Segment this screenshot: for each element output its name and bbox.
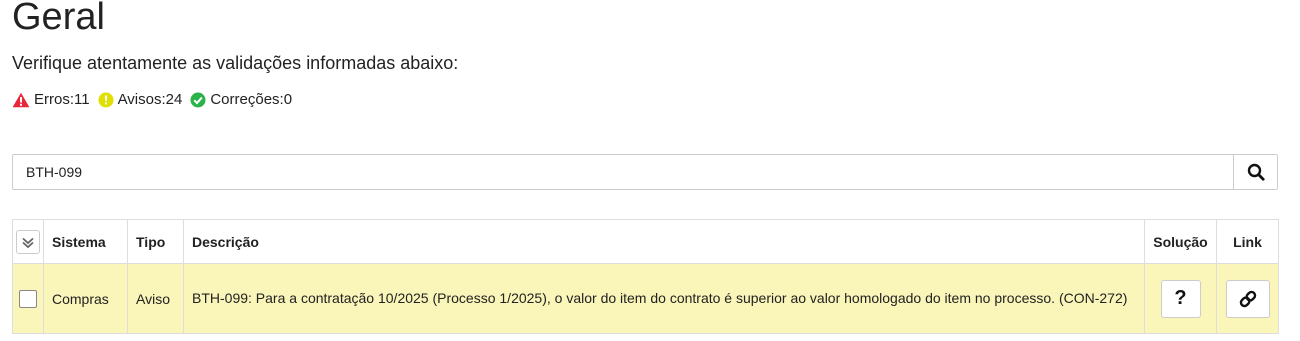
solution-button[interactable]: ? bbox=[1160, 279, 1201, 318]
header-link: Link bbox=[1216, 219, 1279, 264]
header-sistema: Sistema bbox=[43, 219, 128, 264]
header-solucao: Solução bbox=[1144, 219, 1217, 264]
cell-sistema: Compras bbox=[43, 263, 128, 334]
search-bar bbox=[12, 154, 1278, 190]
cell-link bbox=[1216, 263, 1279, 334]
search-input[interactable] bbox=[13, 155, 1233, 189]
corrections-counter: Correções:0 bbox=[190, 90, 292, 110]
header-descricao: Descrição bbox=[183, 219, 1145, 264]
table-header-row: Sistema Tipo Descrição Solução Link bbox=[12, 219, 1279, 264]
page-subtitle: Verifique atentamente as validações info… bbox=[12, 53, 459, 73]
search-icon bbox=[1247, 163, 1265, 181]
row-select-cell bbox=[12, 263, 44, 334]
link-button[interactable] bbox=[1225, 279, 1270, 318]
corrections-count-label: Correções:0 bbox=[210, 91, 293, 108]
question-icon: ? bbox=[1174, 287, 1187, 309]
errors-count-label: Erros:11 bbox=[34, 91, 90, 108]
warnings-count-label: Avisos:24 bbox=[117, 91, 183, 108]
header-tipo: Tipo bbox=[127, 219, 184, 264]
search-button[interactable] bbox=[1233, 155, 1277, 189]
warning-triangle-icon bbox=[12, 92, 30, 108]
select-all-button[interactable] bbox=[16, 229, 40, 254]
cell-solucao: ? bbox=[1144, 263, 1217, 334]
cell-descricao: BTH-099: Para a contratação 10/2025 (Pro… bbox=[183, 263, 1145, 334]
cell-tipo: Aviso bbox=[127, 263, 184, 334]
table-row: Compras Aviso BTH-099: Para a contrataçã… bbox=[12, 263, 1279, 334]
row-checkbox[interactable] bbox=[19, 289, 37, 308]
select-all-header bbox=[12, 219, 44, 264]
page-title: Geral bbox=[12, 0, 105, 38]
warnings-counter: Avisos:24 bbox=[98, 90, 183, 110]
validations-table: Sistema Tipo Descrição Solução Link Comp… bbox=[12, 219, 1279, 334]
exclamation-circle-icon bbox=[98, 92, 114, 108]
link-icon bbox=[1239, 290, 1256, 307]
check-circle-icon bbox=[190, 92, 206, 108]
errors-counter: Erros:11 bbox=[12, 90, 90, 110]
validation-counters: Erros:11 Avisos:24 Correções:0 bbox=[12, 90, 300, 110]
double-check-icon bbox=[22, 237, 34, 248]
